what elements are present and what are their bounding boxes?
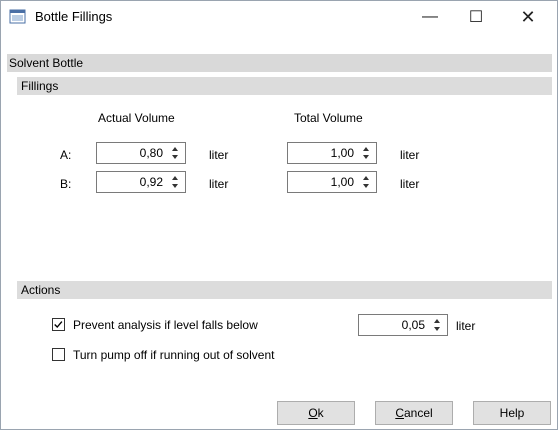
actual-volume-b-value: 0,92 <box>139 175 163 189</box>
actions-header: Actions <box>17 281 552 299</box>
total-volume-a-value: 1,00 <box>330 146 354 160</box>
close-icon: ✕ <box>520 6 536 27</box>
help-label: Help <box>499 406 525 420</box>
spinner-arrows-icon[interactable] <box>362 175 370 189</box>
prevent-analysis-label[interactable]: Prevent analysis if level falls below <box>73 318 258 332</box>
actual-volume-b-spinner[interactable]: 0,92 <box>96 171 186 193</box>
solvent-bottle-header: Solvent Bottle <box>7 54 552 72</box>
total-volume-b-spinner[interactable]: 1,00 <box>287 171 377 193</box>
actual-volume-a-value: 0,80 <box>139 146 163 160</box>
total-volume-b-value: 1,00 <box>330 175 354 189</box>
level-threshold-spinner[interactable]: 0,05 <box>358 314 448 336</box>
level-threshold-value: 0,05 <box>401 318 425 332</box>
actual-volume-b-unit: liter <box>209 177 229 191</box>
total-volume-a-spinner[interactable]: 1,00 <box>287 142 377 164</box>
spinner-arrows-icon[interactable] <box>171 175 179 189</box>
maximize-icon: ☐ <box>468 9 484 26</box>
row-a-label: A: <box>60 148 72 162</box>
ok-button[interactable]: Ok <box>277 401 355 425</box>
window-title: Bottle Fillings <box>35 9 113 24</box>
cancel-mnemonic: C <box>395 406 404 420</box>
spinner-arrows-icon[interactable] <box>433 318 441 332</box>
maximize-button[interactable]: ☐ <box>453 1 499 33</box>
minimize-icon: — <box>422 8 438 25</box>
total-volume-header: Total Volume <box>294 111 363 125</box>
bottle-fillings-dialog: Bottle Fillings — ☐ ✕ Solvent Bottle Fil… <box>0 0 558 430</box>
ok-mnemonic: O <box>308 406 318 420</box>
minimize-button[interactable]: — <box>407 1 453 33</box>
row-b-label: B: <box>60 177 72 191</box>
ok-label-rest: k <box>317 406 324 420</box>
total-volume-a-unit: liter <box>400 148 420 162</box>
total-volume-b-unit: liter <box>400 177 420 191</box>
checkmark-icon <box>54 321 63 329</box>
spinner-arrows-icon[interactable] <box>171 146 179 160</box>
pump-off-checkbox[interactable] <box>52 348 65 361</box>
close-button[interactable]: ✕ <box>505 1 551 33</box>
level-threshold-unit: liter <box>456 319 476 333</box>
help-button[interactable]: Help <box>473 401 551 425</box>
fillings-header: Fillings <box>17 77 552 95</box>
cancel-button[interactable]: Cancel <box>375 401 453 425</box>
prevent-analysis-checkbox[interactable] <box>52 318 65 331</box>
actual-volume-a-unit: liter <box>209 148 229 162</box>
actual-volume-a-spinner[interactable]: 0,80 <box>96 142 186 164</box>
cancel-label-rest: ancel <box>403 406 433 420</box>
spinner-arrows-icon[interactable] <box>362 146 370 160</box>
actual-volume-header: Actual Volume <box>98 111 175 125</box>
title-bar: Bottle Fillings — ☐ ✕ <box>1 1 557 33</box>
app-icon <box>9 9 26 24</box>
pump-off-label[interactable]: Turn pump off if running out of solvent <box>73 348 274 362</box>
